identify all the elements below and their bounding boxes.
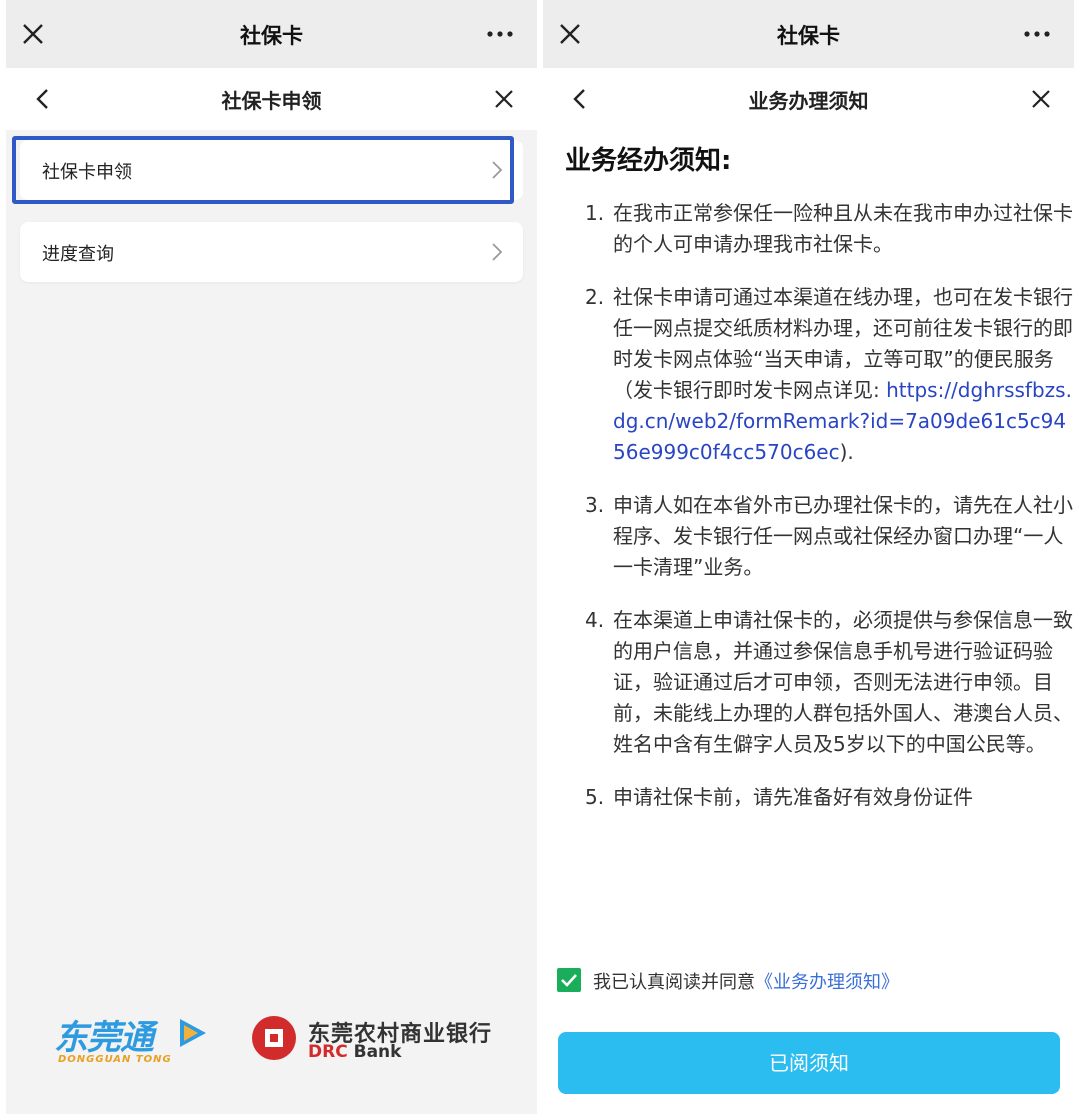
notice-item-text: 在我市正常参保任一险种且从未在我市申办过社保卡的个人可申请办理我市社保卡。	[613, 201, 1073, 256]
page-title: 社保卡申领	[221, 89, 322, 113]
mini-program-titlebar: 社保卡	[6, 0, 537, 68]
window-title: 社保卡	[240, 24, 303, 48]
notice-item-number: 1.	[585, 201, 605, 225]
notice-item-text: 申请社保卡前，请先准备好有效身份证件	[613, 785, 973, 809]
drc-name-en: DRC Bank	[308, 1042, 401, 1062]
mini-program-titlebar: 社保卡	[543, 0, 1074, 68]
page-navbar: 社保卡申领	[6, 68, 537, 130]
close-page-icon[interactable]	[491, 86, 517, 112]
bank-emblem-icon	[252, 1016, 296, 1060]
highlight-box	[12, 136, 514, 204]
notice-item-number: 5.	[585, 785, 605, 809]
dgt-logo-text: 东莞通	[54, 1018, 154, 1058]
menu-item-label: 进度查询	[42, 244, 114, 265]
more-icon[interactable]	[1022, 26, 1052, 42]
close-page-icon[interactable]	[1028, 86, 1054, 112]
partner-logos: 东莞通 DONGGUAN TONG 东莞农村商业银行 DRC Bank	[6, 1000, 537, 1080]
dongguan-tong-logo: 东莞通 DONGGUAN TONG	[54, 1010, 214, 1070]
notice-heading: 业务经办须知:	[565, 146, 732, 176]
notice-item-text: 申请人如在本省外市已办理社保卡的，请先在人社小程序、发卡银行任一网点或社保经办窗…	[613, 493, 1073, 579]
notice-scroll-area[interactable]: 业务经办须知: 1. 在我市正常参保任一险种且从未在我市申办过社保卡的个人可申请…	[543, 130, 1074, 950]
chevron-right-icon	[492, 243, 503, 261]
notice-item: 2. 社保卡申请可通过本渠道在线办理，也可在发卡银行任一网点提交纸质材料办理，还…	[585, 282, 1074, 468]
window-title: 社保卡	[777, 24, 840, 48]
notice-item: 1. 在我市正常参保任一险种且从未在我市申办过社保卡的个人可申请办理我市社保卡。	[585, 198, 1074, 260]
notice-item-number: 2.	[585, 285, 605, 309]
notice-item-text: 在本渠道上申请社保卡的，必须提供与参保信息一致的用户信息，并通过参保信息手机号进…	[613, 608, 1073, 756]
agreement-link[interactable]: 《业务办理须知》	[755, 972, 899, 993]
more-icon[interactable]	[485, 26, 515, 42]
agreement-row: 我已认真阅读并同意《业务办理须知》	[557, 965, 1057, 995]
play-icon	[180, 1019, 206, 1047]
notice-list: 1. 在我市正常参保任一险种且从未在我市申办过社保卡的个人可申请办理我市社保卡。…	[585, 198, 1074, 835]
right-panel: 社保卡 业务办理须知 业务经办须知: 1. 在我市正常参保任一险种且从未在我市申…	[543, 0, 1074, 1114]
notice-item-number: 3.	[585, 493, 605, 517]
left-panel: 社保卡 社保卡申领 社保卡申领 进度查询 东莞通 DONGGUAN TONG 东…	[6, 0, 537, 1114]
notice-item: 4. 在本渠道上申请社保卡的，必须提供与参保信息一致的用户信息，并通过参保信息手…	[585, 605, 1074, 760]
agree-checkbox[interactable]	[557, 968, 581, 992]
drc-name-en-red: DRC	[308, 1042, 348, 1062]
agreement-label: 我已认真阅读并同意	[593, 972, 755, 993]
page-navbar: 业务办理须知	[543, 68, 1074, 130]
checkmark-icon	[561, 974, 577, 987]
read-confirm-button[interactable]: 已阅须知	[558, 1032, 1060, 1094]
agreement-text: 我已认真阅读并同意《业务办理须知》	[593, 968, 899, 994]
notice-item-tail: ).	[839, 440, 854, 464]
notice-item: 5. 申请社保卡前，请先准备好有效身份证件	[585, 782, 1074, 813]
notice-item-number: 4.	[585, 608, 605, 632]
page-title: 业务办理须知	[748, 89, 869, 113]
dgt-logo-subtitle: DONGGUAN TONG	[58, 1054, 172, 1065]
menu-item-progress-query[interactable]: 进度查询	[20, 222, 523, 282]
drc-name-en-dark: Bank	[347, 1042, 402, 1062]
drc-bank-logo: 东莞农村商业银行 DRC Bank	[250, 1014, 510, 1066]
notice-item: 3. 申请人如在本省外市已办理社保卡的，请先在人社小程序、发卡银行任一网点或社保…	[585, 490, 1074, 583]
